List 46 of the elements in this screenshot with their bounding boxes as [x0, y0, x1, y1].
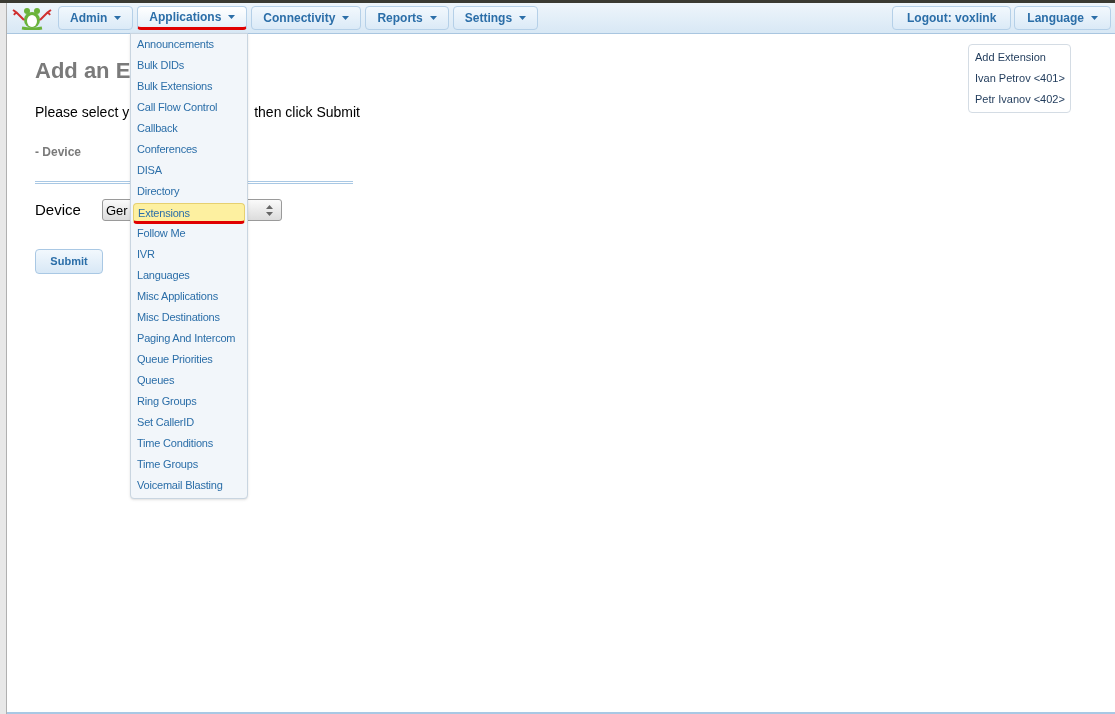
- menu-item[interactable]: Announcements: [131, 35, 247, 56]
- menu-item[interactable]: Callback: [131, 119, 247, 140]
- menu-item[interactable]: IVR: [131, 245, 247, 266]
- submit-button[interactable]: Submit: [35, 248, 103, 274]
- instruction-text: Please select y: [35, 103, 130, 122]
- menu-item[interactable]: Paging And Intercom: [131, 329, 247, 350]
- menu-item[interactable]: Follow Me: [131, 224, 247, 245]
- frog-logo-icon: [12, 6, 52, 30]
- menu-item[interactable]: Bulk DIDs: [131, 56, 247, 77]
- spinner-arrows-icon: [266, 204, 273, 216]
- menu-item[interactable]: Misc Applications: [131, 287, 247, 308]
- menu-item[interactable]: Languages: [131, 266, 247, 287]
- caret-icon: [342, 16, 350, 20]
- caret-icon: [228, 15, 236, 19]
- instruction-text: then click Submit: [254, 103, 360, 122]
- menu-item[interactable]: Set CallerID: [131, 413, 247, 434]
- extension-link[interactable]: Ivan Petrov <401>: [969, 68, 1070, 89]
- menu-item[interactable]: Call Flow Control: [131, 98, 247, 119]
- menu-item[interactable]: Directory: [131, 182, 247, 203]
- extension-link[interactable]: Add Extension: [969, 47, 1070, 68]
- caret-icon: [1091, 16, 1098, 20]
- language-menu-button[interactable]: Language: [1014, 6, 1111, 30]
- device-label: Device: [35, 200, 82, 220]
- menu-item[interactable]: Time Groups: [131, 455, 247, 476]
- menu-item[interactable]: Voicemail Blasting: [131, 476, 247, 497]
- menu-item[interactable]: DISA: [131, 161, 247, 182]
- section-heading: - Device: [35, 144, 82, 161]
- menu-item[interactable]: Extensions: [133, 203, 245, 224]
- caret-icon: [114, 16, 122, 20]
- menu-item[interactable]: Conferences: [131, 140, 247, 161]
- extension-link[interactable]: Petr Ivanov <402>: [969, 89, 1070, 110]
- page-heading: Add an E: [35, 57, 131, 85]
- menu-item[interactable]: Time Conditions: [131, 434, 247, 455]
- menu-item[interactable]: Bulk Extensions: [131, 77, 247, 98]
- menu-item[interactable]: Queues: [131, 371, 247, 392]
- caret-icon: [519, 16, 527, 20]
- caret-icon: [429, 16, 437, 20]
- menu-item[interactable]: Queue Priorities: [131, 350, 247, 371]
- nav-menu-button[interactable]: Reports: [365, 6, 449, 30]
- menu-item[interactable]: Misc Destinations: [131, 308, 247, 329]
- nav-menu-button[interactable]: Connectivity: [251, 6, 362, 30]
- logout-button[interactable]: Logout: voxlink: [892, 6, 1012, 30]
- nav-menu-button[interactable]: Admin: [58, 6, 134, 30]
- nav-menu-button[interactable]: Applications: [137, 6, 248, 30]
- nav-menu-button[interactable]: Settings: [452, 6, 539, 30]
- menu-item[interactable]: Ring Groups: [131, 392, 247, 413]
